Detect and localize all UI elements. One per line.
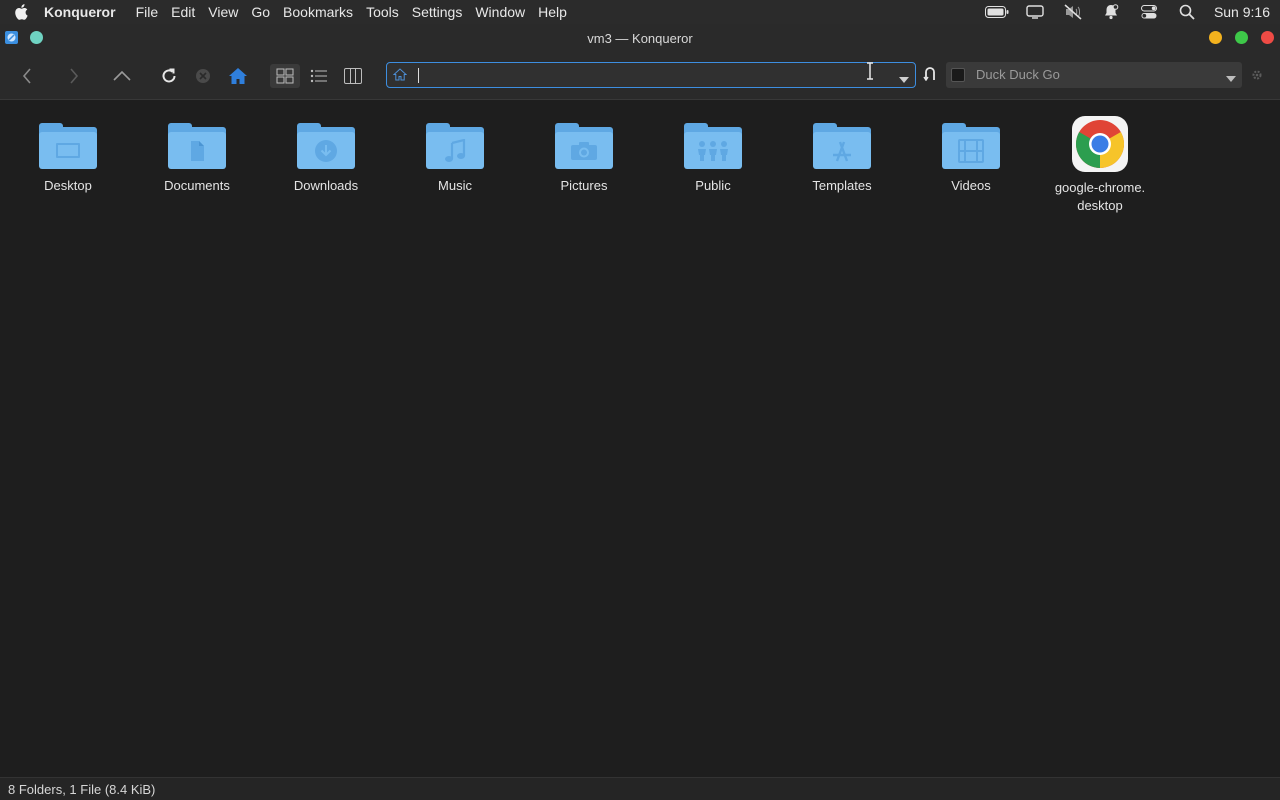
- go-button[interactable]: [918, 62, 942, 86]
- home-button[interactable]: [226, 64, 250, 88]
- clock[interactable]: Sun 9:16: [1214, 4, 1270, 20]
- music-folder-icon: [426, 123, 484, 171]
- text-cursor: [418, 68, 419, 83]
- minimize-button[interactable]: [1209, 31, 1222, 44]
- stop-button[interactable]: [191, 64, 215, 88]
- web-search-box[interactable]: Duck Duck Go: [946, 62, 1242, 88]
- apple-menu-icon[interactable]: [0, 3, 44, 21]
- pictures-folder-icon: [555, 123, 613, 171]
- status-summary: 8 Folders, 1 File (8.4 KiB): [8, 781, 156, 797]
- search-icon[interactable]: [1168, 4, 1206, 20]
- templates-folder-icon: [813, 123, 871, 171]
- file-item-downloads[interactable]: Downloads: [271, 115, 381, 195]
- file-item-public[interactable]: Public: [658, 115, 768, 195]
- location-bar[interactable]: [386, 62, 916, 88]
- menu-go[interactable]: Go: [251, 4, 270, 20]
- ibeam-cursor-icon: [866, 62, 874, 85]
- home-location-icon: [392, 68, 408, 86]
- file-label: google-chrome. desktop: [1054, 180, 1146, 213]
- file-label: Public: [695, 178, 731, 193]
- desktop-folder-icon: [39, 123, 97, 171]
- control-center-icon[interactable]: [1130, 5, 1168, 19]
- details-view-button[interactable]: [304, 64, 334, 88]
- location-history-dropdown-icon[interactable]: [899, 70, 909, 88]
- up-button[interactable]: [110, 64, 134, 88]
- search-engine-dropdown-icon[interactable]: [1226, 70, 1236, 85]
- battery-icon[interactable]: [978, 6, 1016, 18]
- file-item-videos[interactable]: Videos: [916, 115, 1026, 195]
- menu-bar: Konqueror File Edit View Go Bookmarks To…: [0, 0, 1280, 24]
- location-input[interactable]: [415, 65, 855, 85]
- konqueror-app-icon: [5, 31, 18, 44]
- videos-folder-icon: [942, 123, 1000, 171]
- file-label: Templates: [812, 178, 872, 193]
- reload-button[interactable]: [157, 64, 181, 88]
- settings-gear-icon[interactable]: [1251, 68, 1263, 86]
- file-item-desktop[interactable]: Desktop: [13, 115, 123, 195]
- file-label: Desktop: [44, 178, 92, 193]
- app-menu-name[interactable]: Konqueror: [44, 4, 116, 20]
- search-engine-icon[interactable]: [951, 68, 965, 82]
- menu-help[interactable]: Help: [538, 4, 567, 20]
- back-button[interactable]: [15, 64, 39, 88]
- window-title-bar: vm3 — Konqueror: [0, 24, 1280, 52]
- file-label: Documents: [164, 178, 230, 193]
- downloads-folder-icon: [297, 123, 355, 171]
- window-title: vm3 — Konqueror: [587, 30, 693, 46]
- google-chrome-icon: [1071, 115, 1129, 173]
- file-view[interactable]: Desktop Documents Downloads Music Pictur…: [0, 101, 1280, 777]
- maximize-button[interactable]: [1235, 31, 1248, 44]
- close-button[interactable]: [1261, 31, 1274, 44]
- file-label: Videos: [951, 178, 991, 193]
- display-icon[interactable]: [1016, 5, 1054, 19]
- file-item-pictures[interactable]: Pictures: [529, 115, 639, 195]
- file-label: Music: [438, 178, 472, 193]
- menu-bookmarks[interactable]: Bookmarks: [283, 4, 353, 20]
- file-item-google-chrome-desktop[interactable]: google-chrome. desktop: [1045, 115, 1155, 215]
- documents-folder-icon: [168, 123, 226, 171]
- status-bar: 8 Folders, 1 File (8.4 KiB): [0, 777, 1280, 800]
- menu-window[interactable]: Window: [475, 4, 525, 20]
- menu-file[interactable]: File: [136, 4, 159, 20]
- menu-tools[interactable]: Tools: [366, 4, 399, 20]
- menu-edit[interactable]: Edit: [171, 4, 195, 20]
- icon-view-button[interactable]: [270, 64, 300, 88]
- pin-window-icon[interactable]: [30, 31, 43, 44]
- menu-settings[interactable]: Settings: [412, 4, 463, 20]
- column-view-button[interactable]: [338, 64, 368, 88]
- file-item-templates[interactable]: Templates: [787, 115, 897, 195]
- public-folder-icon: [684, 123, 742, 171]
- forward-button[interactable]: [62, 64, 86, 88]
- menu-view[interactable]: View: [208, 4, 238, 20]
- file-label: Downloads: [293, 178, 359, 193]
- file-item-documents[interactable]: Documents: [142, 115, 252, 195]
- mute-icon[interactable]: [1054, 4, 1092, 20]
- search-engine-label: Duck Duck Go: [976, 67, 1060, 82]
- notification-icon[interactable]: [1092, 4, 1130, 20]
- file-label: Pictures: [560, 178, 608, 193]
- file-item-music[interactable]: Music: [400, 115, 510, 195]
